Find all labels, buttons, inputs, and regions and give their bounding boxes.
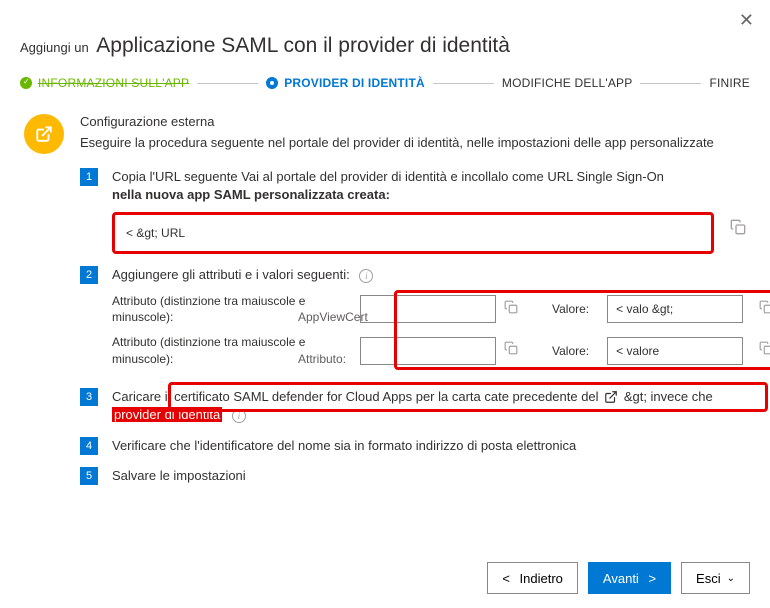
section-title: Configurazione esterna: [80, 114, 714, 129]
attribute-label: Attributo (distinzione tra maiuscole e m…: [112, 293, 352, 327]
attribute-name-input[interactable]: [360, 337, 496, 365]
sso-url-field[interactable]: < &gt; URL: [115, 218, 711, 248]
active-dot-icon: [266, 77, 278, 89]
step-number-badge: 5: [80, 467, 98, 485]
attribute-value-input[interactable]: < valore: [607, 337, 743, 365]
next-button[interactable]: Avanti >: [588, 562, 671, 594]
step-text: Verificare che l'identificatore del nome…: [112, 438, 576, 453]
open-external-icon[interactable]: [602, 388, 620, 406]
header-pre: Aggiungi un: [20, 40, 89, 55]
check-icon: [20, 77, 32, 89]
step-text: Aggiungere gli attributi e i valori segu…: [112, 267, 350, 282]
step-identity-provider[interactable]: PROVIDER DI IDENTITÀ: [266, 76, 425, 90]
divider: [197, 83, 258, 84]
field-value: < &gt; URL: [126, 225, 185, 242]
page-title: Applicazione SAML con il provider di ide…: [96, 34, 510, 58]
copy-icon[interactable]: [759, 300, 770, 319]
step-number-badge: 3: [80, 388, 98, 406]
back-button[interactable]: < Indietro: [487, 562, 578, 594]
value-label: Valore:: [552, 343, 589, 360]
step-app-info[interactable]: INFORMAZIONI SULL'APP: [20, 76, 189, 90]
external-config-icon: [24, 114, 64, 154]
close-icon[interactable]: ✕: [739, 10, 754, 31]
overlap-text: Attributo:: [298, 351, 346, 368]
wizard-stepper: INFORMAZIONI SULL'APP PROVIDER DI IDENTI…: [0, 58, 770, 90]
step-text: Salvare le impostazioni: [112, 468, 246, 483]
step-label: FINIRE: [709, 76, 750, 90]
attribute-name-input[interactable]: [360, 295, 496, 323]
section-subtitle: Eseguire la procedura seguente nel porta…: [80, 135, 714, 150]
chevron-down-icon: ⌄: [727, 573, 735, 584]
step-app-changes[interactable]: MODIFICHE DELL'APP: [502, 76, 633, 90]
overlap-text: AppViewCert: [298, 309, 368, 326]
instruction-step-5: 5 Salvare le impostazioni: [80, 467, 746, 485]
instruction-step-4: 4 Verificare che l'identificatore del no…: [80, 437, 746, 455]
step-text: Caricare il certificato SAML defender fo…: [112, 389, 599, 404]
field-value: < valore: [616, 343, 659, 360]
value-label: Valore:: [552, 301, 589, 318]
info-icon[interactable]: i: [359, 269, 373, 283]
attribute-label: Attributo (distinzione tra maiuscole e m…: [112, 334, 352, 368]
instruction-step-3: 3 Caricare il certificato SAML defender …: [80, 388, 746, 425]
step-number-badge: 2: [80, 266, 98, 284]
step-number-badge: 1: [80, 168, 98, 186]
step-number-badge: 4: [80, 437, 98, 455]
info-icon[interactable]: i: [232, 409, 246, 423]
copy-icon[interactable]: [759, 341, 770, 360]
instruction-step-1: 1 Copia l'URL seguente Vai al portale de…: [80, 168, 746, 254]
dialog-footer: < Indietro Avanti > Esci⌄: [487, 562, 750, 594]
step-label: PROVIDER DI IDENTITÀ: [284, 76, 425, 90]
field-value: < valo &gt;: [616, 301, 673, 318]
step-text-bold: nella nuova app SAML personalizzata crea…: [112, 186, 746, 204]
step-label: MODIFICHE DELL'APP: [502, 76, 633, 90]
dialog-header: Aggiungi un Applicazione SAML con il pro…: [0, 0, 770, 58]
step-label: INFORMAZIONI SULL'APP: [38, 76, 189, 90]
step-text: &gt; invece che: [624, 389, 713, 404]
attribute-value-input[interactable]: < valo &gt;: [607, 295, 743, 323]
divider: [433, 83, 494, 84]
copy-icon[interactable]: [504, 300, 518, 319]
exit-button[interactable]: Esci⌄: [681, 562, 750, 594]
copy-icon[interactable]: [730, 219, 746, 240]
divider: [640, 83, 701, 84]
step-finish[interactable]: FINIRE: [709, 76, 750, 90]
step-text: Copia l'URL seguente Vai al portale del …: [112, 169, 664, 184]
instruction-step-2: 2 Aggiungere gli attributi e i valori se…: [80, 266, 746, 367]
copy-icon[interactable]: [504, 341, 518, 360]
highlighted-text: provider di identità: [112, 407, 222, 422]
